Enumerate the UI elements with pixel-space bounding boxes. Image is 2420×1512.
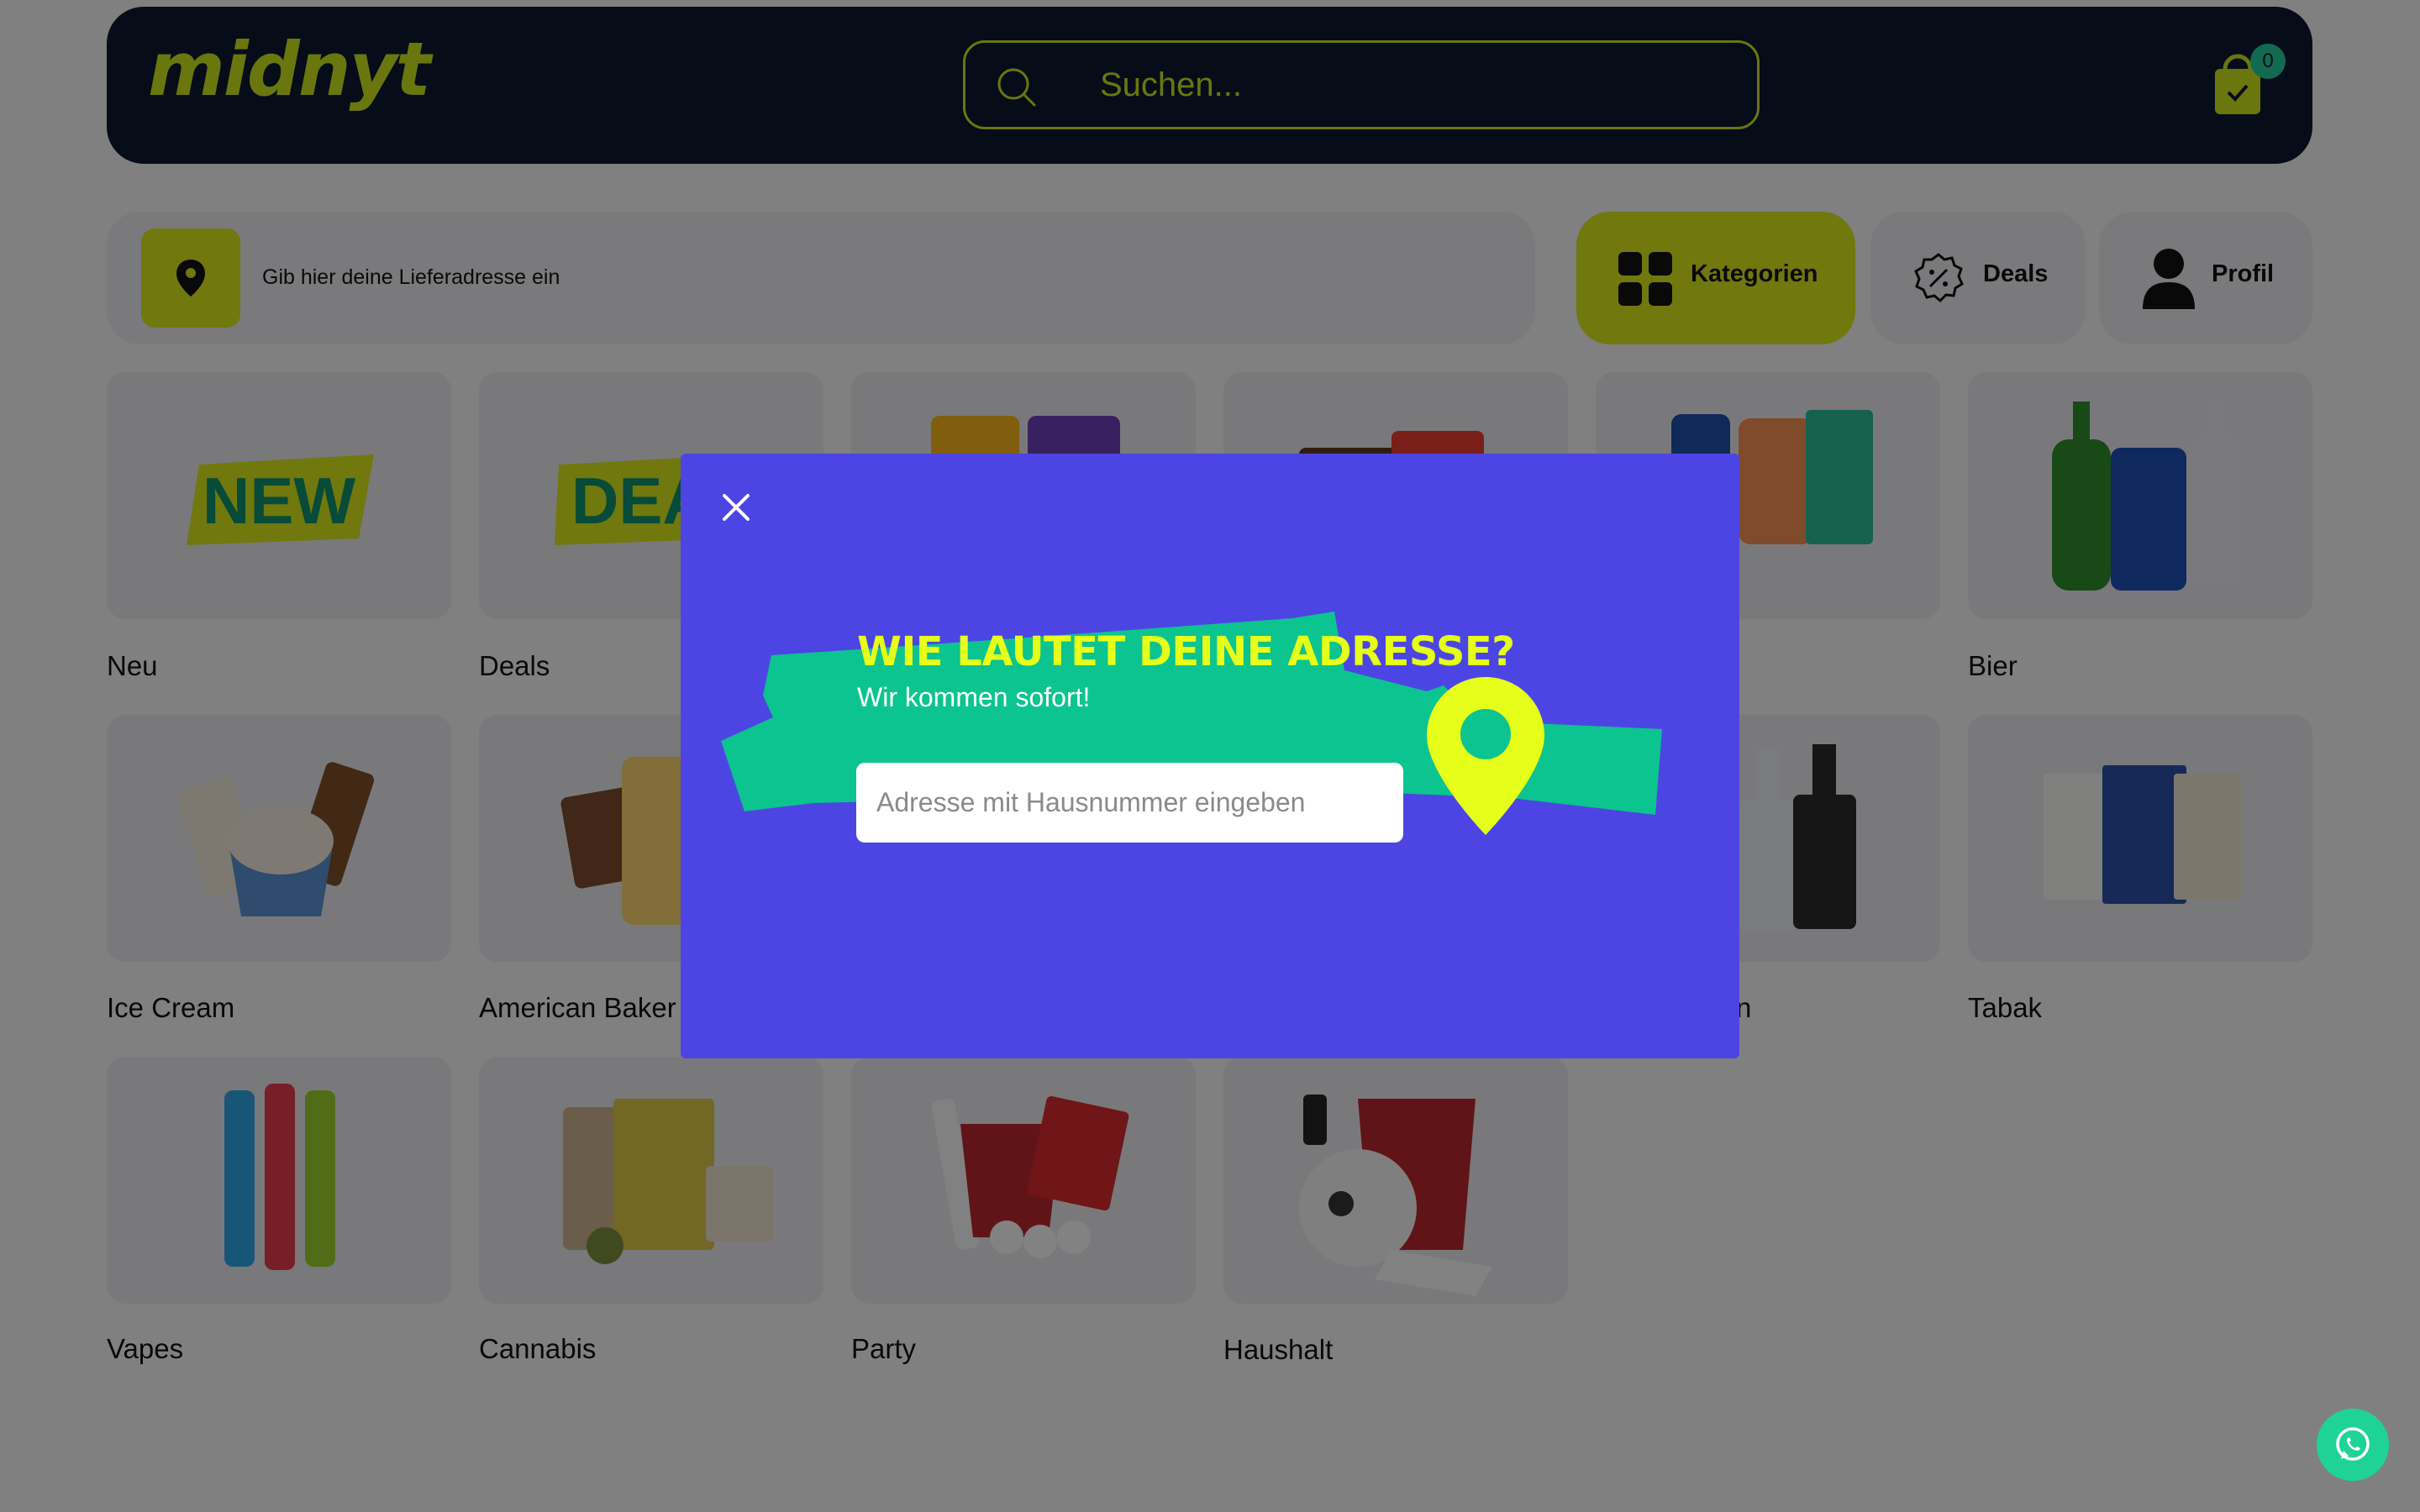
address-modal: WIE LAUTET DEINE ADRESSE? Wir kommen sof…	[681, 454, 1739, 1058]
address-input[interactable]	[856, 763, 1403, 843]
whatsapp-chat-button[interactable]	[2317, 1409, 2389, 1481]
close-icon[interactable]	[719, 491, 753, 524]
modal-subtitle: Wir kommen sofort!	[857, 682, 1091, 712]
modal-title: WIE LAUTET DEINE ADRESSE?	[857, 628, 1515, 675]
whatsapp-icon	[2336, 1427, 2370, 1461]
map-pin-icon	[1427, 677, 1544, 835]
